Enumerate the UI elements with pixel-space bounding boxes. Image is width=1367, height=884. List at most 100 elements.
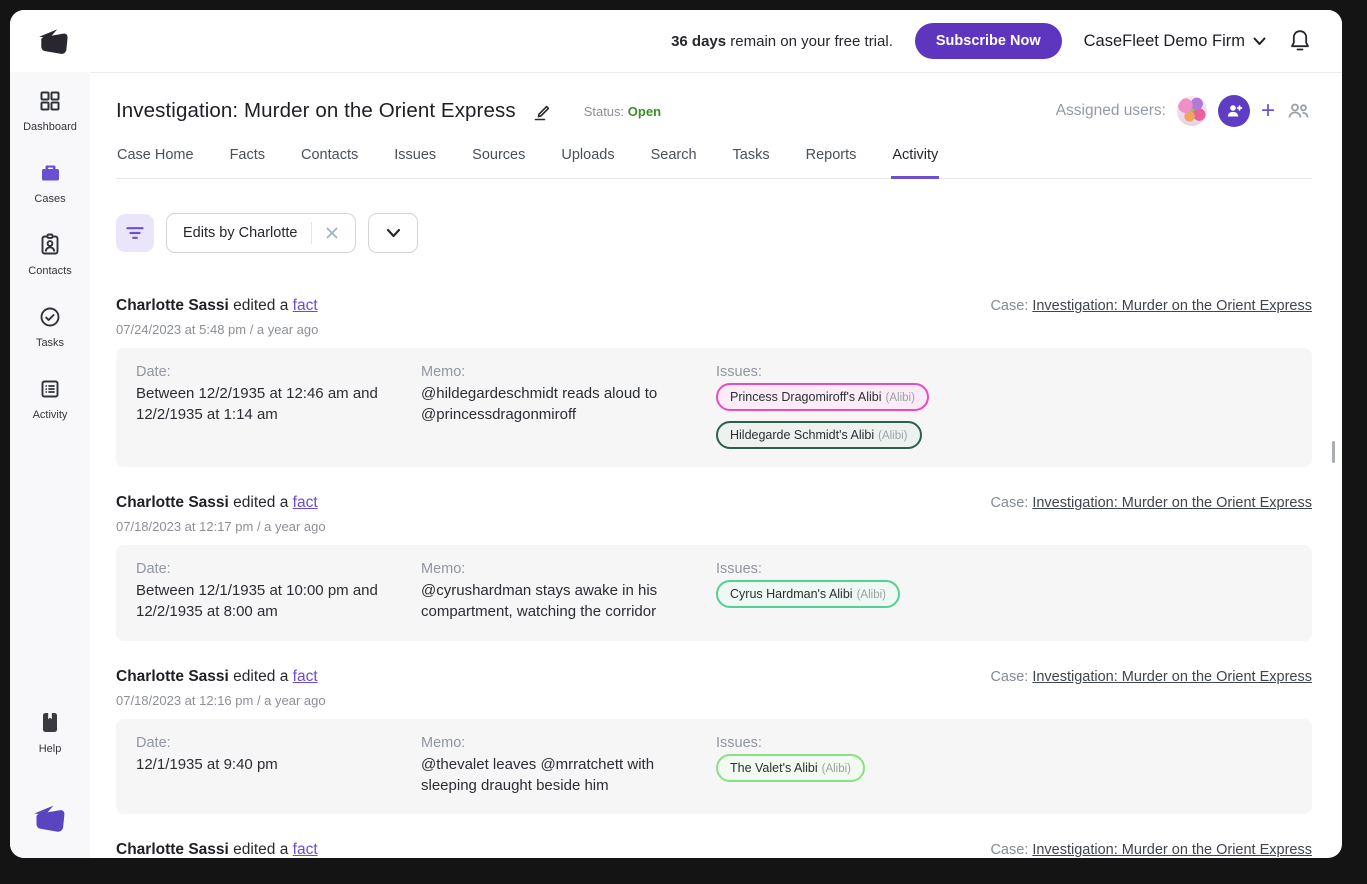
sidebar-item-activity[interactable]: Activity [10, 376, 90, 421]
fact-link[interactable]: fact [293, 668, 318, 685]
sidebar-item-cases[interactable]: Cases [10, 160, 90, 205]
sidebar-item-dashboard[interactable]: Dashboard [10, 88, 90, 133]
issue-chip-label: Princess Dragomiroff's Alibi [730, 390, 882, 404]
entry-case: Case:Investigation: Murder on the Orient… [990, 842, 1312, 858]
date-label: Date: [136, 735, 421, 751]
case-link[interactable]: Investigation: Murder on the Orient Expr… [1032, 669, 1312, 685]
casefleet-logo-icon [36, 24, 72, 58]
date-label: Date: [136, 561, 421, 577]
dashboard-grid-icon [37, 88, 63, 114]
issues-label: Issues: [716, 364, 1292, 380]
check-circle-icon [37, 304, 63, 330]
memo-label: Memo: [421, 735, 716, 751]
assigned-users-label: Assigned users: [1056, 102, 1166, 120]
tab-activity[interactable]: Activity [891, 147, 939, 179]
entry-actor: Charlotte Sassi [116, 841, 229, 858]
issue-chip-type: (Alibi) [857, 589, 886, 601]
top-bar: 36 days remain on your free trial. Subsc… [10, 10, 1342, 72]
issue-chip-type: (Alibi) [822, 763, 851, 775]
issue-chip-label: Cyrus Hardman's Alibi [730, 587, 853, 601]
activity-entry: Charlotte Sassi edited a fact Case:Inves… [116, 494, 1312, 641]
chip-divider [311, 222, 312, 244]
entry-case: Case:Investigation: Murder on the Orient… [990, 669, 1312, 685]
issues-label: Issues: [716, 735, 1292, 751]
entry-title: Charlotte Sassi edited a fact [116, 841, 318, 858]
date-value: 12/1/1935 at 9:40 pm [136, 754, 384, 775]
entry-action: edited a [233, 297, 288, 314]
remove-filter-button[interactable] [319, 220, 345, 246]
tab-uploads[interactable]: Uploads [560, 147, 615, 178]
app-window: 36 days remain on your free trial. Subsc… [10, 10, 1342, 858]
sidebar-item-label: Dashboard [23, 121, 77, 133]
tab-case-home[interactable]: Case Home [116, 147, 195, 178]
fact-link[interactable]: fact [293, 494, 318, 511]
entry-timestamp: 07/18/2023 at 12:16 pm / a year ago [116, 693, 1312, 708]
entry-actor: Charlotte Sassi [116, 668, 229, 685]
contact-badge-icon [37, 232, 63, 258]
sidebar-item-contacts[interactable]: Contacts [10, 232, 90, 277]
tab-contacts[interactable]: Contacts [300, 147, 359, 178]
chevron-down-icon [386, 228, 401, 238]
assigned-users: Assigned users: + [1056, 95, 1312, 127]
status-badge: Status: Open [584, 104, 661, 119]
case-tab-bar: Case Home Facts Contacts Issues Sources … [116, 147, 1312, 179]
person-add-icon [1224, 101, 1244, 121]
activity-feed: Edits by Charlotte Charlotte Sassi [90, 179, 1342, 858]
firm-switcher[interactable]: CaseFleet Demo Firm [1084, 32, 1266, 51]
entry-timestamp: 07/24/2023 at 5:48 pm / a year ago [116, 322, 1312, 337]
entry-detail-card: Date: Between 12/2/1935 at 12:46 am and … [116, 348, 1312, 467]
filter-lines-icon [126, 226, 144, 240]
tab-sources[interactable]: Sources [471, 147, 526, 178]
memo-value: @hildegardeschmidt reads aloud to @princ… [421, 383, 679, 426]
tab-facts[interactable]: Facts [229, 147, 266, 178]
sidebar: Dashboard Cases Contacts Tasks [10, 72, 90, 858]
issue-chip[interactable]: Hildegarde Schmidt's Alibi (Alibi) [716, 421, 922, 449]
user-avatar[interactable] [1177, 96, 1207, 126]
activity-entry: Charlotte Sassi edited a fact Case:Inves… [116, 297, 1312, 467]
scrollbar-thumb[interactable] [1332, 441, 1335, 463]
status-label: Status: [584, 104, 624, 119]
tab-tasks[interactable]: Tasks [732, 147, 771, 178]
memo-value: @thevalet leaves @mrratchett with sleepi… [421, 754, 679, 797]
sidebar-item-tasks[interactable]: Tasks [10, 304, 90, 349]
status-value: Open [628, 104, 661, 119]
case-link[interactable]: Investigation: Murder on the Orient Expr… [1032, 495, 1312, 511]
issue-chip[interactable]: The Valet's Alibi (Alibi) [716, 754, 865, 782]
tab-reports[interactable]: Reports [805, 147, 858, 178]
fact-link[interactable]: fact [293, 297, 318, 314]
issue-chip[interactable]: Princess Dragomiroff's Alibi (Alibi) [716, 383, 929, 411]
tab-issues[interactable]: Issues [393, 147, 437, 178]
subscribe-now-button[interactable]: Subscribe Now [915, 23, 1062, 59]
filter-chip-label: Edits by Charlotte [183, 225, 297, 241]
manage-users-icon[interactable] [1286, 100, 1312, 122]
help-book-icon [37, 710, 63, 736]
entry-actor: Charlotte Sassi [116, 297, 229, 314]
notifications-bell-icon[interactable] [1288, 28, 1312, 54]
entry-detail-card: Date: Between 12/1/1935 at 10:00 pm and … [116, 545, 1312, 641]
tab-search[interactable]: Search [650, 147, 698, 178]
issues-label: Issues: [716, 561, 1292, 577]
sidebar-item-label: Activity [33, 409, 68, 421]
add-user-avatar-button[interactable] [1218, 95, 1250, 127]
casefleet-logo-purple-icon [30, 800, 70, 836]
edit-title-pencil-icon[interactable] [531, 100, 553, 122]
case-link[interactable]: Investigation: Murder on the Orient Expr… [1032, 298, 1312, 314]
entry-case: Case:Investigation: Murder on the Orient… [990, 298, 1312, 314]
case-label: Case: [990, 669, 1028, 685]
issue-chip[interactable]: Cyrus Hardman's Alibi (Alibi) [716, 580, 900, 608]
filter-button[interactable] [116, 214, 154, 252]
entry-action: edited a [233, 841, 288, 858]
case-link[interactable]: Investigation: Murder on the Orient Expr… [1032, 842, 1312, 858]
date-value: Between 12/2/1935 at 12:46 am and 12/2/1… [136, 383, 384, 426]
issue-chip-type: (Alibi) [886, 392, 915, 404]
close-x-icon [325, 226, 339, 240]
activity-list-icon [37, 376, 63, 402]
sidebar-item-help[interactable]: Help [10, 710, 90, 755]
filter-dropdown-button[interactable] [368, 213, 418, 253]
add-user-plus-button[interactable]: + [1261, 99, 1275, 123]
fact-link[interactable]: fact [293, 841, 318, 858]
chevron-down-icon [1253, 37, 1266, 46]
memo-value: @cyrushardman stays awake in his compart… [421, 580, 679, 623]
case-label: Case: [990, 842, 1028, 858]
filter-row: Edits by Charlotte [116, 213, 1312, 253]
